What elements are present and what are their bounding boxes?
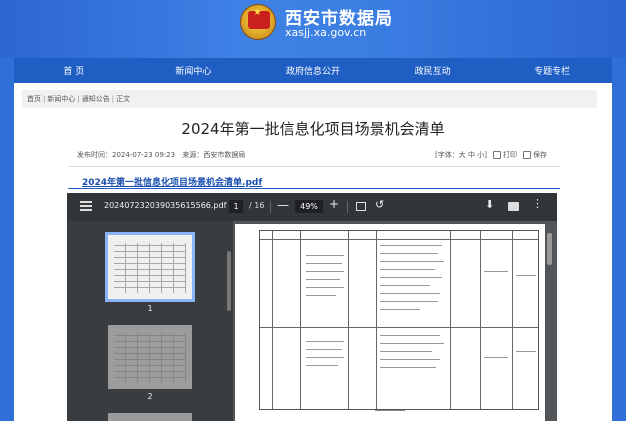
download-icon[interactable]: ⬇ [485,198,494,211]
page-number-input[interactable]: 1 [229,200,243,213]
save-icon [523,151,531,159]
page-title: 2024年第一批信息化项目场景机会清单 [181,120,445,138]
pdf-viewer: 20240723203903561​5566.pdf 1 / 16 — 49% … [67,193,557,421]
print-icon [493,151,501,159]
pdf-file-name: 20240723203903561​5566.pdf [104,201,227,210]
main-nav: 首 页 新闻中心 政府信息公开 政民互动 专题专栏 [14,58,612,83]
page-scrollbar[interactable] [547,233,552,265]
font-size-control[interactable]: [字体：大 中 小] [435,150,487,160]
article-meta: 发布时间：2024-07-23 09:23 来源：西安市数据局 [字体：大 中 … [77,150,547,162]
site-banner: ★ 西安市数据局 xasjj.xa.gov.cn [0,0,626,58]
print-button[interactable]: 打印 [493,150,517,160]
attachment-divider [68,188,560,189]
zoom-out-icon[interactable]: — [277,198,289,212]
save-button[interactable]: 保存 [523,150,547,160]
page-total: / 16 [249,201,265,210]
menu-icon[interactable] [80,201,92,211]
fit-page-icon[interactable] [356,202,366,211]
breadcrumb-notices[interactable]: 通知公告 [82,94,110,104]
pdf-page [235,224,545,421]
nav-news[interactable]: 新闻中心 [148,64,238,77]
national-emblem-icon: ★ [240,4,276,40]
nav-home[interactable]: 首 页 [29,64,119,77]
nav-interaction[interactable]: 政民互动 [388,64,478,77]
nav-topics[interactable]: 专题专栏 [507,64,597,77]
breadcrumb: 首页 | 新闻中心 | 通知公告 | 正文 [22,90,597,108]
print-label: 打印 [503,151,517,159]
more-options-icon[interactable]: ⋮ [532,197,543,210]
thumbnail-page-1[interactable] [105,232,195,302]
page-footer [375,410,405,411]
thumbnail-page-3[interactable] [108,413,192,421]
thumbnail-sidebar: 1 2 [67,221,233,421]
sidebar-scrollbar[interactable] [227,251,231,311]
publish-time: 发布时间：2024-07-23 09:23 [77,151,176,159]
breadcrumb-current: 正文 [116,95,131,103]
thumbnail-page-2[interactable] [108,325,192,389]
save-label: 保存 [533,151,547,159]
toolbar-divider [347,201,348,213]
rotate-icon[interactable]: ↺ [375,198,384,211]
zoom-input[interactable]: 49% [295,200,323,213]
toolbar-divider [270,201,271,213]
breadcrumb-news[interactable]: 新闻中心 [47,94,75,104]
thumbnail-label: 2 [147,392,153,401]
thumbnail-label: 1 [147,304,153,313]
zoom-in-icon[interactable]: + [329,197,339,211]
divider [68,166,560,167]
nav-gov-info[interactable]: 政府信息公开 [268,64,358,77]
attachment-link[interactable]: 2024年第一批信息化项目场景机会清单.pdf [82,175,262,188]
site-url: xasjj.xa.gov.cn [285,26,367,39]
pdf-table [259,230,539,410]
breadcrumb-home[interactable]: 首页 [27,94,41,104]
article-source: 来源：西安市数据局 [182,151,246,159]
pdf-toolbar: 20240723203903561​5566.pdf 1 / 16 — 49% … [67,193,557,221]
print-icon[interactable] [508,202,519,211]
